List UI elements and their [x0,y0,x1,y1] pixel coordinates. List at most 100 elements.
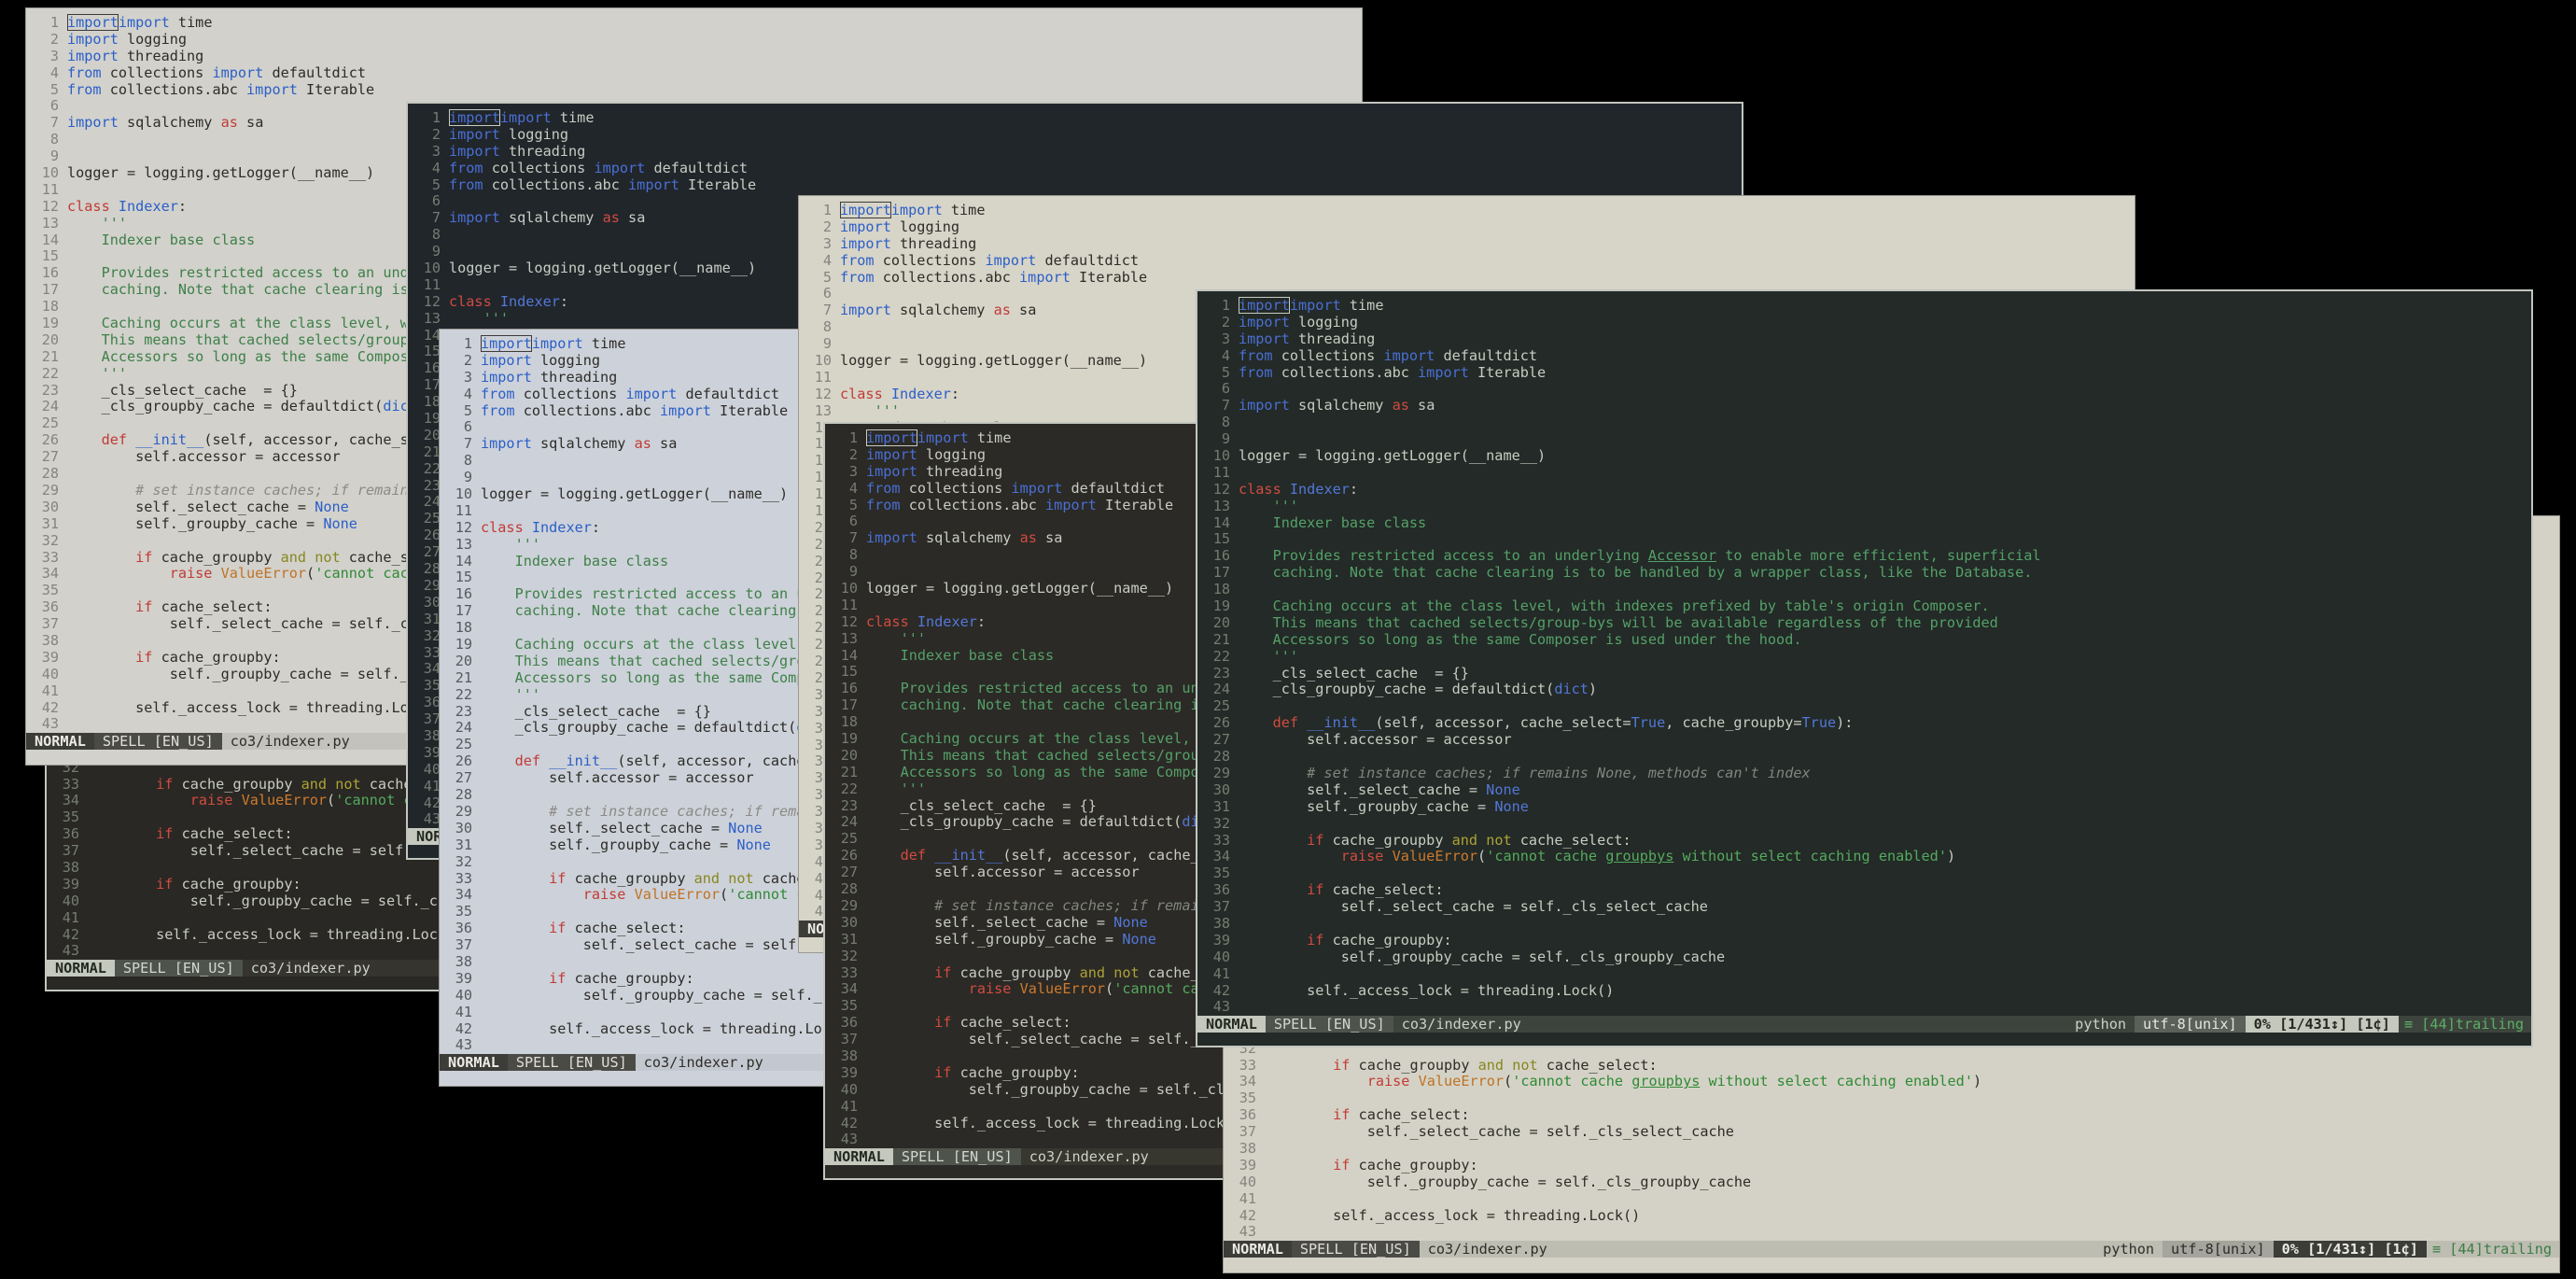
syntax-token: self._select_cache = self._cls_select_ca… [1265,1123,1734,1141]
line-number: 10 [814,352,832,370]
syntax-token: Indexer [890,385,951,402]
syntax-token: : [950,385,960,402]
code-line: 38 [1231,1140,2559,1158]
syntax-token: logging [118,30,188,48]
syntax-token [127,431,135,448]
syntax-token: sa [1036,529,1063,547]
syntax-token: _cls_select_cache = {} [481,702,711,720]
line-number: 2 [822,218,832,235]
syntax-token: ( [1477,848,1487,865]
code-text: self._access_lock = threading.Lock() [1265,1206,1641,1225]
line-number: 14 [455,552,472,569]
code-line: 2 import logging [806,218,2135,236]
syntax-token: import [840,218,891,235]
cursor: import [481,335,532,352]
syntax-token: Indexer base class [1239,513,1427,531]
syntax-token: sqlalchemy [531,435,635,453]
trailing-whitespace-text: [44]trailing [2449,1241,2552,1258]
code-text: Indexer base class [481,553,669,570]
code-text: self._select_cache = None [866,914,1148,932]
line-number: 35 [41,582,59,599]
syntax-token: cache_groupby [173,775,301,793]
line-number: 34 [455,886,472,904]
code-line: 4 from collections import defaultdict [34,64,1362,82]
syntax-token: ''' [840,401,901,419]
syntax-token: to enable more efficient, superficial [1716,547,2041,565]
syntax-token: if [549,869,567,887]
code-line: 36 if cache_select: [1205,881,2531,899]
syntax-token: time [968,429,1012,446]
syntax-token [110,198,119,215]
line-number: 11 [814,368,832,386]
syntax-token: import [481,351,532,369]
syntax-token: from [449,159,483,176]
line-number: 32 [455,852,472,870]
syntax-token: groupbys [1605,848,1674,865]
line-number: 10 [840,580,858,597]
code-text: self._select_cache = self._cls_select_ca… [1239,898,1708,916]
syntax-token: defaultdict [1036,251,1140,269]
line-number: 28 [840,880,858,898]
code-text: import sqlalchemy as sa [449,209,645,227]
code-text: if cache_groupby: [67,649,280,667]
syntax-token: import [917,429,969,446]
line-number: 36 [41,598,59,616]
syntax-token: as [220,114,238,132]
code-text: from collections.abc import Iterable [866,497,1173,514]
line-number: 32 [41,531,59,549]
syntax-token: groupbys [1631,1073,1701,1090]
syntax-token: def [514,752,541,770]
code-text: ''' [1239,648,1298,666]
line-number: 4 [848,479,858,497]
encoding-label: utf-8[unix] [2163,1241,2274,1258]
syntax-token: cache_groupby: [173,875,301,892]
line-number: 20 [423,426,441,443]
line-number: 6 [49,97,59,115]
syntax-token: import [866,462,917,480]
line-number: 3 [822,234,832,252]
syntax-token: : [177,197,188,215]
line-number: 22 [840,780,858,797]
line-number: 34 [1212,848,1230,865]
terminal-window-8[interactable]: 1 importimport time 2 import logging 3 import… [1196,289,2533,1047]
code-line: 41 [1205,965,2531,983]
line-number: 18 [840,713,858,731]
code-line: 1 importimport time [1205,297,2531,315]
code-text: self._select_cache = self._cls_select_ca… [1265,1123,1734,1141]
syntax-token [481,970,549,987]
syntax-token: ''' [481,685,541,703]
code-line: 34 raise ValueError('cannot cache groupb… [1231,1073,2559,1090]
line-number: 12 [41,197,59,215]
syntax-token: collections [874,251,986,269]
syntax-token [327,776,335,793]
syntax-token: from [449,176,483,193]
code-text: _cls_groupby_cache = defaultdict(dict) [67,399,427,415]
line-number: 5 [49,80,59,98]
line-number: 1 [1221,297,1230,314]
syntax-token: collections [1272,346,1384,364]
line-number: 8 [431,226,441,244]
syntax-token: sqlalchemy [890,302,994,319]
code-text: self._access_lock = threading.Lock() [866,1115,1241,1132]
line-number: 3 [463,368,472,386]
code-line: 2 import logging [415,126,1742,144]
line-number: 42 [455,1019,472,1037]
syntax-token: def [900,847,927,864]
line-number: 26 [423,527,441,544]
syntax-token: as [1392,397,1409,415]
line-number: 7 [848,529,858,547]
line-number: 30 [41,498,59,515]
syntax-token: ) [1972,1073,1982,1090]
status-bar: NORMALSPELL [EN_US] co3/indexer.py pythonu… [1197,1016,2531,1033]
code-text: self.accessor = accessor [481,769,753,787]
line-number: 13 [840,629,858,647]
syntax-token: threading [531,368,618,386]
syntax-token: , cache_groupby= [1665,714,1802,732]
line-number: 8 [848,546,858,564]
syntax-token: self._access_lock = threading.Lock() [1265,1206,1641,1224]
syntax-token [926,847,934,864]
line-number: 34 [41,565,59,583]
code-text: self._access_lock = threading.Lock() [1239,982,1614,1000]
line-number: 42 [423,794,441,811]
line-number: 31 [423,610,441,627]
